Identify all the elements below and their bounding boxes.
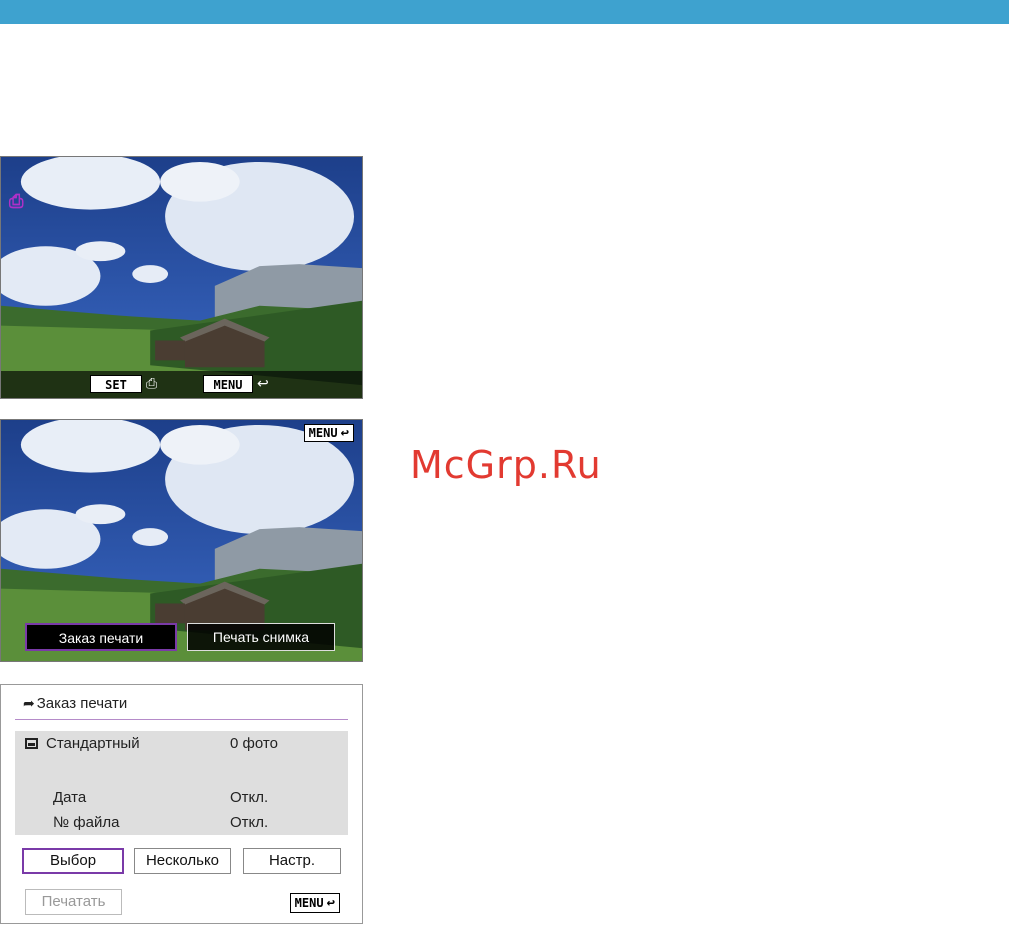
multiple-button[interactable]: Несколько: [134, 848, 231, 874]
menu-label: MENU: [308, 426, 338, 440]
panel-title: ➦ Заказ печати: [23, 695, 127, 712]
top-color-bar: [0, 0, 1009, 24]
bottom-button-strip: SET ⎙ MENU ↩: [1, 371, 362, 398]
row-standard-label: Стандартный: [25, 735, 140, 752]
row-file-number-label: № файла: [53, 814, 120, 831]
menu-back-chip[interactable]: MENU ↩: [289, 893, 340, 913]
print-mode-buttons: Заказ печати Печать снимка: [25, 623, 338, 653]
back-arrow-icon: ↩: [340, 425, 349, 441]
print-order-icon: ⎙: [146, 376, 158, 392]
print-button[interactable]: Печатать: [25, 889, 122, 915]
panel-title-text: Заказ печати: [36, 695, 128, 712]
title-divider: [15, 719, 348, 720]
watermark-text: McGrp.Ru: [410, 443, 602, 487]
direct-print-button[interactable]: Печать снимка: [187, 623, 335, 651]
menu-button-chip[interactable]: MENU: [203, 375, 253, 393]
back-arrow-icon: ↩: [326, 895, 335, 911]
landscape-photo: [1, 157, 362, 398]
return-arrow-icon: ➦: [23, 695, 35, 711]
menu-label: MENU: [294, 896, 324, 910]
print-order-button[interactable]: Заказ печати: [25, 623, 177, 651]
row-date-value: Откл.: [230, 789, 269, 806]
row-file-number-value: Откл.: [230, 814, 269, 831]
print-order-icon: ⎙: [9, 191, 24, 212]
camera-screen-print-menu: MENU ↩ Заказ печати Печать снимка: [0, 419, 363, 662]
select-button[interactable]: Выбор: [22, 848, 124, 874]
row-standard-value: 0 фото: [230, 735, 278, 752]
print-order-settings-panel: ➦ Заказ печати Стандартный 0 фото Дата О…: [0, 684, 363, 924]
row-date-label: Дата: [53, 789, 87, 806]
standard-print-icon: [25, 738, 38, 749]
menu-back-chip[interactable]: MENU ↩: [303, 424, 354, 442]
settings-button[interactable]: Настр.: [243, 848, 341, 874]
set-button-chip[interactable]: SET: [90, 375, 142, 393]
back-arrow-icon: ↩: [257, 376, 269, 392]
camera-screen-print-mark: ⎙ SET ⎙ MENU ↩: [0, 156, 363, 399]
